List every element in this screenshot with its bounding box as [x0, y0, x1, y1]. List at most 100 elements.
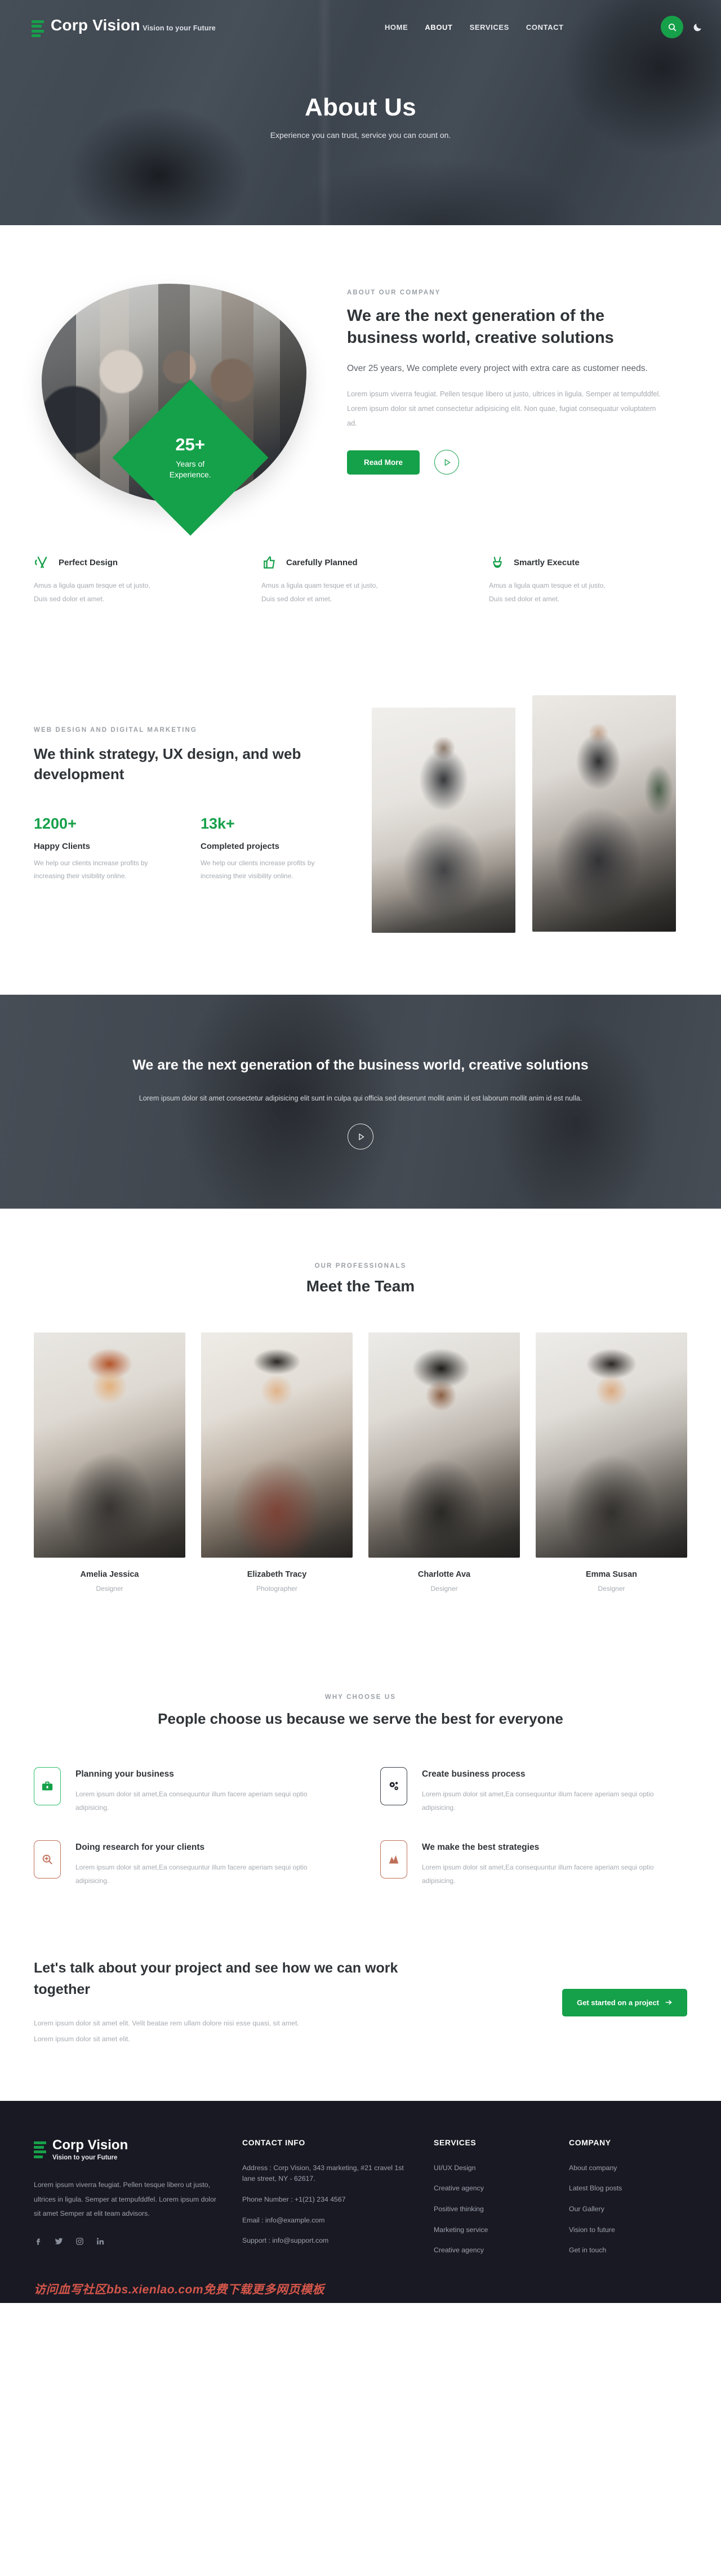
- hero-section: Corp Vision Vision to your Future HOME A…: [0, 0, 721, 225]
- peace-hand-icon: [489, 554, 506, 571]
- service-link[interactable]: Creative agency: [434, 2184, 484, 2192]
- list-item: Our Gallery: [569, 2204, 682, 2215]
- why-card-text: Lorem ipsum dolor sit amet,Ea consequunt…: [422, 1863, 654, 1885]
- stat-number: 13k+: [201, 815, 235, 832]
- read-more-button[interactable]: Read More: [347, 450, 420, 475]
- team-member-photo: [34, 1332, 185, 1558]
- why-card-title: We make the best strategies: [422, 1842, 540, 1852]
- feature-title: Carefully Planned: [286, 557, 358, 567]
- team-eyebrow: OUR PROFESSIONALS: [314, 1262, 407, 1269]
- brand-name: Corp Vision: [51, 16, 140, 34]
- team-member-card[interactable]: Charlotte Ava Designer: [368, 1332, 520, 1593]
- team-member-name: Amelia Jessica: [80, 1569, 139, 1579]
- team-member-card[interactable]: Emma Susan Designer: [536, 1332, 687, 1593]
- company-link[interactable]: About company: [569, 2164, 617, 2172]
- list-item: Positive thinking: [434, 2204, 546, 2215]
- team-member-role: Photographer: [256, 1584, 297, 1593]
- stat-label: Happy Clients: [34, 841, 91, 851]
- footer-brand[interactable]: Corp Vision Vision to your Future: [34, 2137, 220, 2161]
- stat-number: 1200+: [34, 815, 77, 832]
- chart-icon: [380, 1840, 407, 1879]
- search-button[interactable]: [661, 16, 683, 38]
- why-card: Planning your business Lorem ipsum dolor…: [34, 1766, 341, 1814]
- why-choose-us-section: WHY CHOOSE US People choose us because w…: [34, 1654, 687, 1910]
- get-started-label: Get started on a project: [577, 1998, 659, 2007]
- why-card-text: Lorem ipsum dolor sit amet,Ea consequunt…: [75, 1863, 308, 1885]
- get-started-button[interactable]: Get started on a project: [562, 1988, 687, 2016]
- team-heading: Meet the Team: [306, 1277, 415, 1295]
- why-card-title: Create business process: [422, 1769, 526, 1779]
- nav-item-contact[interactable]: CONTACT: [526, 23, 564, 32]
- social-links: [34, 2237, 220, 2248]
- team-member-role: Designer: [430, 1584, 458, 1593]
- video-cta-paragraph: Lorem ipsum dolor sit amet consectetur a…: [139, 1094, 582, 1102]
- play-icon: [444, 459, 451, 466]
- strategy-eyebrow: WEB DESIGN AND DIGITAL MARKETING: [34, 726, 197, 734]
- service-link[interactable]: UI/UX Design: [434, 2164, 476, 2172]
- team-member-role: Designer: [96, 1584, 123, 1593]
- about-paragraph: Lorem ipsum viverra feugiat. Pellen tesq…: [347, 389, 661, 428]
- company-link[interactable]: Our Gallery: [569, 2205, 604, 2213]
- search-icon: [668, 23, 676, 31]
- service-link[interactable]: Creative agency: [434, 2246, 484, 2254]
- magnifier-icon: [34, 1840, 61, 1879]
- feature-title: Perfect Design: [59, 557, 118, 567]
- facebook-icon[interactable]: [34, 2237, 42, 2248]
- team-member-name: Emma Susan: [585, 1569, 638, 1579]
- why-card-text: Lorem ipsum dolor sit amet,Ea consequunt…: [75, 1790, 308, 1812]
- nav-item-home[interactable]: HOME: [385, 23, 408, 32]
- service-link[interactable]: Positive thinking: [434, 2205, 484, 2213]
- nav-item-about[interactable]: ABOUT: [425, 23, 452, 32]
- strategy-heading: We think strategy, UX design, and web de…: [34, 745, 301, 783]
- footer-company-title: COMPANY: [569, 2137, 611, 2147]
- hero-subtitle: Experience you can trust, service you ca…: [270, 131, 451, 140]
- team-member-card[interactable]: Elizabeth Tracy Photographer: [201, 1332, 353, 1593]
- theme-toggle-button[interactable]: [692, 22, 703, 33]
- about-text-column: ABOUT OUR COMPANY We are the next genera…: [347, 276, 662, 475]
- why-card: Create business process Lorem ipsum dolo…: [380, 1766, 687, 1814]
- footer-services-column: SERVICES UI/UX Design Creative agency Po…: [434, 2138, 546, 2266]
- contact-cta-section: Let's talk about your project and see ho…: [34, 1910, 687, 2101]
- thumbs-up-icon: [261, 554, 278, 571]
- list-item: Latest Blog posts: [569, 2183, 682, 2194]
- why-heading: People choose us because we serve the be…: [158, 1710, 563, 1727]
- team-member-role: Designer: [598, 1584, 625, 1593]
- why-card: Doing research for your clients Lorem ip…: [34, 1840, 341, 1888]
- list-item: UI/UX Design: [434, 2163, 546, 2174]
- about-lead: Over 25 years, We complete every project…: [347, 363, 648, 373]
- strategy-section: WEB DESIGN AND DIGITAL MARKETING We thin…: [34, 695, 687, 995]
- briefcase-icon: [34, 1766, 61, 1805]
- footer-about-text: Lorem ipsum viverra feugiat. Pellen tesq…: [34, 2180, 216, 2218]
- company-link[interactable]: Vision to future: [569, 2226, 615, 2234]
- linkedin-icon[interactable]: [96, 2237, 105, 2248]
- video-play-button[interactable]: [348, 1124, 373, 1150]
- company-link[interactable]: Get in touch: [569, 2246, 606, 2254]
- why-eyebrow: WHY CHOOSE US: [324, 1693, 397, 1701]
- team-member-photo: [368, 1332, 520, 1558]
- gears-icon: [380, 1766, 407, 1805]
- feature-card: Smartly Execute Amus a ligula quam tesqu…: [489, 554, 687, 606]
- list-item: Marketing service: [434, 2225, 546, 2236]
- team-member-name: Charlotte Ava: [417, 1569, 471, 1579]
- feature-card: Carefully Planned Amus a ligula quam tes…: [261, 554, 460, 606]
- brand-tagline: Vision to your Future: [143, 24, 216, 32]
- contact-cta-paragraph-1: Lorem ipsum dolor sit amet elit. Velit b…: [34, 2019, 299, 2027]
- feature-text: Amus a ligula quam tesque et ut justo, D…: [34, 582, 150, 603]
- list-item: Vision to future: [569, 2225, 682, 2236]
- brand-logo[interactable]: Corp Vision Vision to your Future: [32, 17, 216, 37]
- contact-phone: Phone Number : +1(21) 234 4567: [242, 2195, 346, 2203]
- twitter-icon[interactable]: [55, 2237, 63, 2248]
- footer-contact-column: CONTACT INFO Address : Corp Vision, 343 …: [242, 2138, 411, 2266]
- stat-item: 1200+ Happy Clients We help our clients …: [34, 815, 163, 883]
- list-item: About company: [569, 2163, 682, 2174]
- service-link[interactable]: Marketing service: [434, 2226, 488, 2234]
- company-link[interactable]: Latest Blog posts: [569, 2184, 622, 2192]
- instagram-icon[interactable]: [75, 2237, 84, 2248]
- why-card-title: Doing research for your clients: [75, 1842, 205, 1852]
- footer-services-title: SERVICES: [434, 2137, 477, 2147]
- list-item: Get in touch: [569, 2245, 682, 2256]
- play-video-button[interactable]: [434, 450, 460, 475]
- nav-item-services[interactable]: SERVICES: [470, 23, 509, 32]
- team-section: OUR PROFESSIONALS Meet the Team Amelia J…: [0, 1208, 721, 1654]
- team-member-card[interactable]: Amelia Jessica Designer: [34, 1332, 185, 1593]
